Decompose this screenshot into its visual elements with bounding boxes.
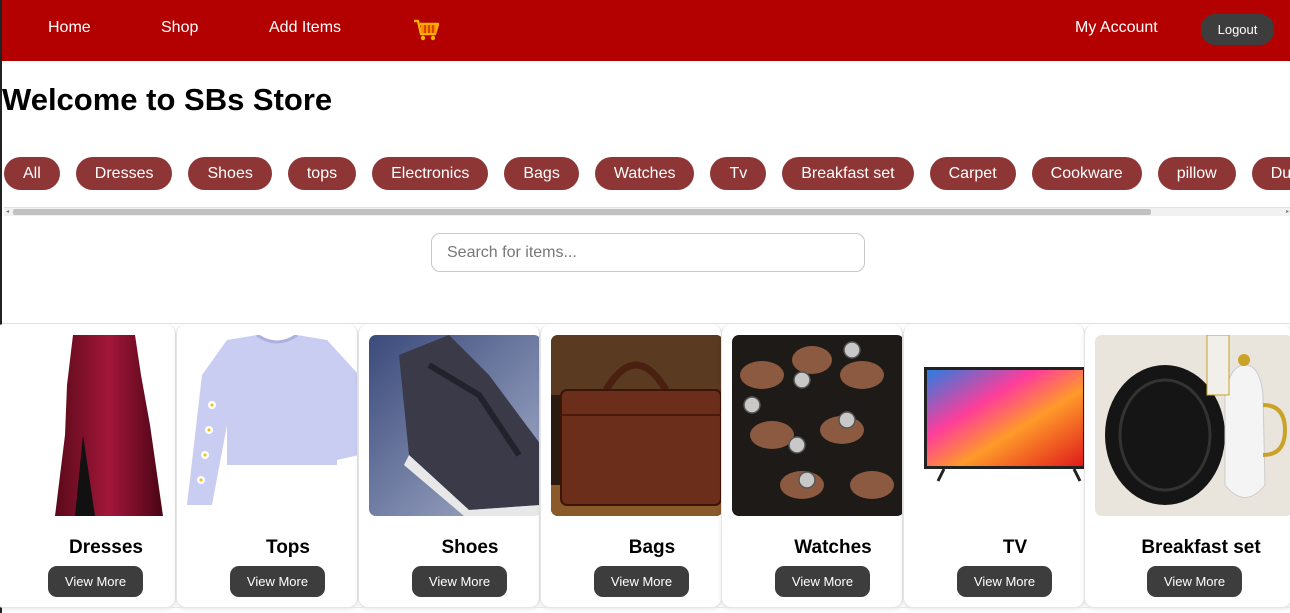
nav-shop-link[interactable]: Shop — [161, 19, 198, 37]
card-title: Watches — [794, 537, 872, 558]
category-pill-shoes[interactable]: Shoes — [188, 157, 272, 190]
category-pill-electronics[interactable]: Electronics — [372, 157, 489, 190]
category-card-dresses: Dresses View More — [0, 324, 176, 608]
category-pill-watches[interactable]: Watches — [594, 157, 695, 190]
category-card-bags: Bags View More — [540, 324, 722, 608]
shoes-image — [369, 335, 539, 516]
card-title: TV — [1002, 537, 1028, 558]
card-title: Bags — [628, 537, 676, 558]
category-card-tops: Tops View More — [176, 324, 358, 608]
view-more-button[interactable]: View More — [412, 566, 507, 597]
divider — [2, 607, 1290, 608]
scroll-left-arrow-icon[interactable]: ◂ — [6, 208, 9, 216]
nav-my-account-link[interactable]: My Account — [1075, 19, 1158, 37]
category-scrollbar[interactable]: ◂ ▸ — [4, 207, 1290, 216]
category-pill-tv[interactable]: Tv — [710, 157, 767, 190]
category-pill-carpet[interactable]: Carpet — [929, 157, 1016, 190]
category-pill-pillow[interactable]: pillow — [1157, 157, 1236, 190]
category-card-tv: TV View More — [903, 324, 1085, 608]
category-pill-cookware[interactable]: Cookware — [1031, 157, 1142, 190]
category-card-breakfast-set: Breakfast set View More — [1084, 324, 1290, 608]
category-pill-dresses[interactable]: Dresses — [75, 157, 173, 190]
watches-image — [732, 335, 902, 516]
category-pill-tops[interactable]: tops — [287, 157, 357, 190]
view-more-button[interactable]: View More — [594, 566, 689, 597]
category-cards: Dresses View More Tops View More Shoes V… — [0, 323, 1290, 613]
breakfast-set-image — [1095, 335, 1290, 516]
category-pill-breakfast-set[interactable]: Breakfast set — [782, 157, 914, 190]
search-input[interactable] — [431, 233, 865, 272]
view-more-button[interactable]: View More — [1147, 566, 1242, 597]
view-more-button[interactable]: View More — [775, 566, 870, 597]
category-pill-bags[interactable]: Bags — [504, 157, 579, 190]
shopping-cart-icon[interactable] — [412, 16, 440, 44]
nav-add-items-link[interactable]: Add Items — [269, 19, 341, 37]
page-title: Welcome to SBs Store — [2, 82, 333, 117]
dresses-image — [5, 335, 175, 516]
category-card-watches: Watches View More — [721, 324, 903, 608]
nav-home-link[interactable]: Home — [48, 19, 91, 37]
tops-image — [187, 335, 357, 516]
scrollbar-thumb[interactable] — [13, 209, 1151, 215]
scroll-right-arrow-icon[interactable]: ▸ — [1286, 208, 1289, 216]
category-pill-du[interactable]: Du — [1251, 157, 1290, 190]
top-navbar: Home Shop Add Items My Account Logout — [2, 0, 1290, 61]
category-filter-bar: All Dresses Shoes tops Electronics Bags Watche… — [2, 157, 1290, 191]
view-more-button[interactable]: View More — [230, 566, 325, 597]
card-title: Shoes — [441, 537, 499, 558]
logout-button[interactable]: Logout — [1201, 14, 1274, 45]
category-pill-all[interactable]: All — [4, 157, 60, 190]
tv-image — [914, 335, 1084, 516]
category-card-shoes: Shoes View More — [358, 324, 540, 608]
bags-image — [551, 335, 721, 516]
card-title: Breakfast set — [1141, 537, 1261, 558]
card-title: Tops — [266, 537, 310, 558]
card-title: Dresses — [69, 537, 143, 558]
view-more-button[interactable]: View More — [957, 566, 1052, 597]
view-more-button[interactable]: View More — [48, 566, 143, 597]
